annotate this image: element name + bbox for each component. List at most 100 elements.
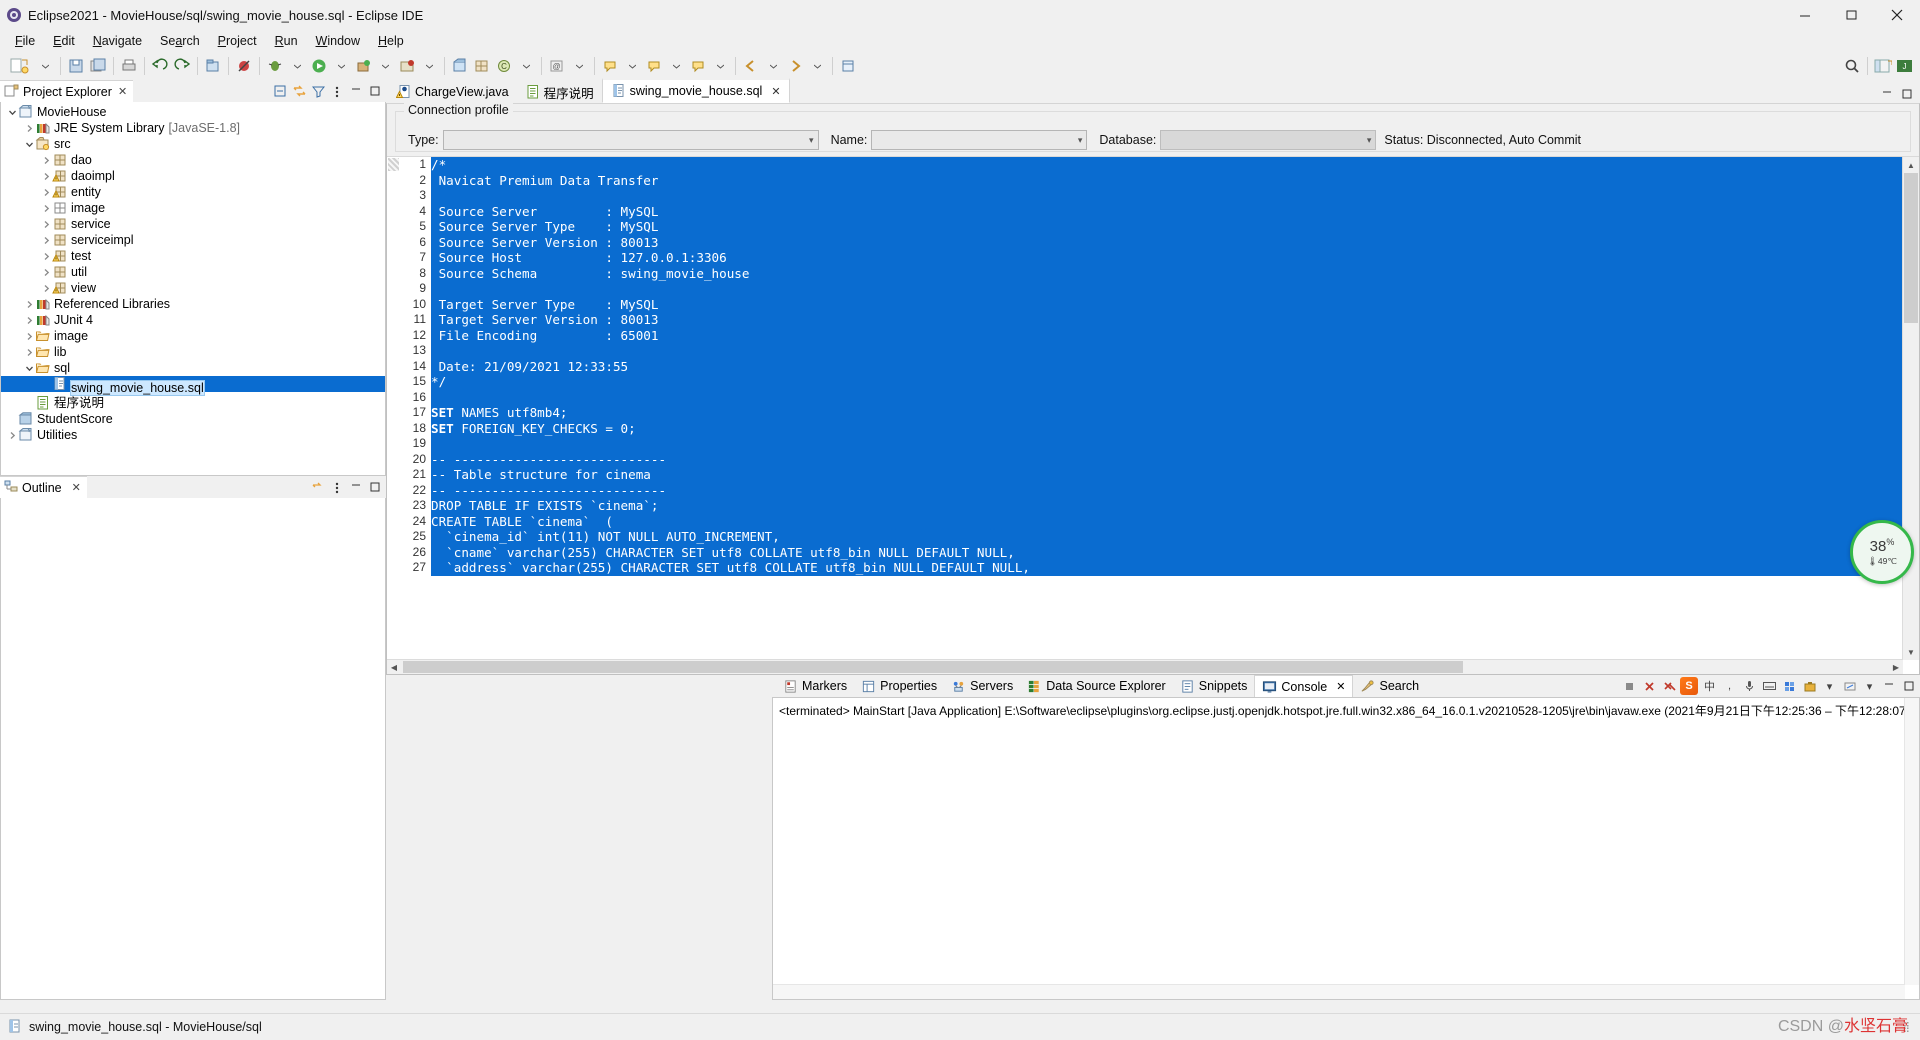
console-tab-snippets[interactable]: Snippets xyxy=(1173,675,1255,697)
menu-item-run[interactable]: Run xyxy=(266,32,307,50)
search-icon[interactable] xyxy=(1841,55,1863,77)
tree-item-view[interactable]: view xyxy=(1,280,385,296)
menu-item-edit[interactable]: Edit xyxy=(44,32,84,50)
tree-item-test[interactable]: test xyxy=(1,248,385,264)
chevron-right-icon[interactable] xyxy=(24,296,35,312)
toolbox-icon[interactable] xyxy=(1801,678,1818,695)
menu-item-navigate[interactable]: Navigate xyxy=(84,32,151,50)
back-icon[interactable] xyxy=(740,55,762,77)
maximize-icon[interactable] xyxy=(1900,677,1918,695)
chevron-down-icon[interactable] xyxy=(762,55,784,77)
code-line[interactable]: SET NAMES utf8mb4; xyxy=(431,405,1903,421)
console-body[interactable]: <terminated> MainStart [Java Application… xyxy=(772,697,1920,1000)
chevron-down-icon[interactable] xyxy=(709,55,731,77)
chevron-down-icon[interactable]: ▾ xyxy=(1861,678,1878,695)
run-icon[interactable] xyxy=(308,55,330,77)
code-line[interactable]: DROP TABLE IF EXISTS `cinema`; xyxy=(431,498,1903,514)
chevron-down-icon[interactable] xyxy=(621,55,643,77)
code-line[interactable]: Source Host : 127.0.0.1:3306 xyxy=(431,250,1903,266)
maximize-icon[interactable] xyxy=(1898,85,1916,103)
tree-item-image[interactable]: image xyxy=(1,200,385,216)
marker-bar[interactable] xyxy=(387,157,402,660)
tree-item-image[interactable]: image xyxy=(1,328,385,344)
tree-item-dao[interactable]: dao xyxy=(1,152,385,168)
menu-item-project[interactable]: Project xyxy=(209,32,266,50)
minimize-icon[interactable] xyxy=(347,478,365,496)
console-vertical-scrollbar[interactable] xyxy=(1904,698,1919,985)
link-with-editor-icon[interactable] xyxy=(290,82,308,100)
code-line[interactable]: Target Server Type : MySQL xyxy=(431,296,1903,313)
database-combo[interactable]: ▾ xyxy=(1160,130,1377,150)
new-java-project-icon[interactable] xyxy=(449,55,471,77)
save-icon[interactable] xyxy=(65,55,87,77)
remove-all-icon[interactable] xyxy=(1660,677,1678,695)
tree-item-StudentScore[interactable]: StudentScore xyxy=(1,411,385,427)
tree-item-swing_movie_house.sql[interactable]: swing_movie_house.sql xyxy=(1,376,385,396)
code-line[interactable]: CREATE TABLE `cinema` ( xyxy=(431,513,1903,530)
inkpad-icon[interactable] xyxy=(1841,678,1858,695)
maximize-icon[interactable] xyxy=(366,478,384,496)
code-line[interactable]: -- ---------------------------- xyxy=(431,451,1903,468)
close-icon[interactable]: ✕ xyxy=(72,481,81,494)
code-line[interactable]: Source Server Type : MySQL xyxy=(431,219,1903,235)
scroll-left-icon[interactable]: ◀ xyxy=(387,660,401,674)
coverage-icon[interactable] xyxy=(396,55,418,77)
forward-icon[interactable] xyxy=(784,55,806,77)
scroll-right-icon[interactable]: ▶ xyxy=(1889,660,1903,674)
console-tab-search[interactable]: Search xyxy=(1353,675,1426,697)
link-with-editor-icon[interactable] xyxy=(309,478,327,496)
outline-body[interactable] xyxy=(0,498,386,1000)
tree-item-entity[interactable]: entity xyxy=(1,184,385,200)
chevron-right-icon[interactable] xyxy=(24,120,35,136)
redo-icon[interactable] xyxy=(171,55,193,77)
code-line[interactable]: File Encoding : 65001 xyxy=(431,327,1903,344)
chevron-right-icon[interactable] xyxy=(41,152,52,168)
microphone-icon[interactable] xyxy=(1741,678,1758,695)
chevron-right-icon[interactable] xyxy=(41,232,52,248)
ime-punctuation-icon[interactable]: , xyxy=(1721,678,1738,695)
chevron-right-icon[interactable] xyxy=(7,427,18,443)
tab-project-explorer[interactable]: Project Explorer ✕ xyxy=(0,79,134,103)
chevron-down-icon[interactable] xyxy=(418,55,440,77)
temperature-widget[interactable]: 38% 🌡49℃ xyxy=(1850,520,1914,584)
minimize-button[interactable] xyxy=(1782,0,1828,30)
view-menu-icon[interactable] xyxy=(328,478,346,496)
save-all-icon[interactable] xyxy=(87,55,109,77)
code-line[interactable] xyxy=(431,436,1903,452)
chevron-down-icon[interactable] xyxy=(374,55,396,77)
code-line[interactable]: /* xyxy=(431,157,1903,173)
code-line[interactable]: */ xyxy=(431,374,1903,390)
code-line[interactable] xyxy=(431,188,1903,204)
code-line[interactable]: Target Server Version : 80013 xyxy=(431,312,1903,328)
chevron-down-icon[interactable] xyxy=(24,360,35,376)
chevron-down-icon[interactable] xyxy=(24,136,35,152)
code-line[interactable]: Source Schema : swing_movie_house xyxy=(431,265,1903,282)
console-tab-servers[interactable]: Servers xyxy=(944,675,1020,697)
build-all-icon[interactable] xyxy=(202,55,224,77)
code-line[interactable]: SET FOREIGN_KEY_CHECKS = 0; xyxy=(431,420,1903,437)
code-line[interactable] xyxy=(431,343,1903,359)
new-annotation-icon[interactable]: @ xyxy=(546,55,568,77)
tab-outline[interactable]: Outline ✕ xyxy=(0,475,87,499)
last-edit-location-icon[interactable] xyxy=(687,55,709,77)
ime-mode-chinese[interactable]: 中 xyxy=(1701,678,1718,695)
minimize-icon[interactable] xyxy=(1878,85,1896,103)
editor-tab-cn1[interactable]: 程序说明 xyxy=(516,81,602,103)
editor-tab-swing_movie_house.sql[interactable]: swing_movie_house.sql ✕ xyxy=(601,78,790,103)
tree-item-MovieHouse[interactable]: MovieHouse xyxy=(1,104,385,120)
close-icon[interactable]: ✕ xyxy=(1336,680,1345,693)
tree-item-daoimpl[interactable]: daoimpl xyxy=(1,168,385,184)
code-line[interactable]: -- ---------------------------- xyxy=(431,482,1903,499)
grid-icon[interactable] xyxy=(1781,678,1798,695)
chevron-down-icon[interactable] xyxy=(806,55,828,77)
tree-item-Utilities[interactable]: Utilities xyxy=(1,427,385,443)
code-line[interactable] xyxy=(431,281,1903,297)
keyboard-icon[interactable] xyxy=(1761,678,1778,695)
tree-item-util[interactable]: util xyxy=(1,264,385,280)
horizontal-scroll-thumb[interactable] xyxy=(403,661,1463,673)
code-line[interactable] xyxy=(431,390,1903,406)
tree-item-[interactable]: 程序说明 xyxy=(1,395,385,411)
code-line[interactable]: `cinema_id` int(11) NOT NULL AUTO_INCREM… xyxy=(431,529,1903,545)
menu-item-help[interactable]: Help xyxy=(369,32,413,50)
chevron-right-icon[interactable] xyxy=(24,312,35,328)
